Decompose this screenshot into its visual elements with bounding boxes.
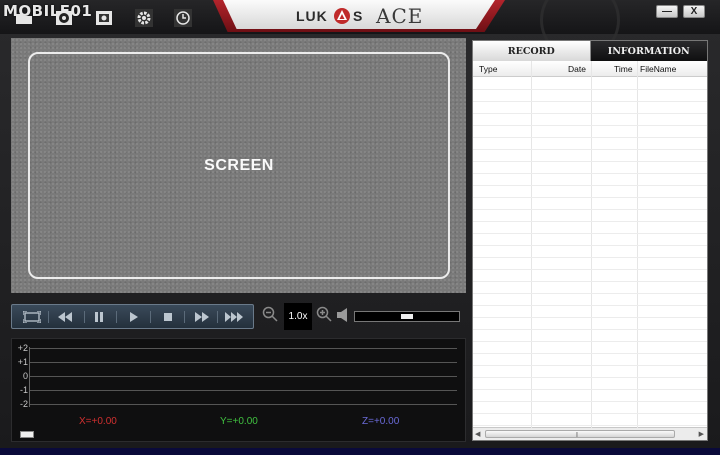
bottom-strip [0,448,720,455]
zoom-out-icon[interactable] [262,306,278,327]
table-row-divider [473,377,707,378]
table-row-divider [473,413,707,414]
x-readout: X=+0.00 [79,416,117,427]
y-readout: Y=+0.00 [220,416,258,427]
screen-label: SCREEN [204,156,274,174]
transport-bar [11,304,254,329]
graph-gridline [30,390,457,391]
rewind-icon[interactable] [56,309,74,325]
pause-icon[interactable] [91,309,107,325]
brand-right: ACE [376,4,424,28]
table-row-divider [473,221,707,222]
z-readout: Z=+0.00 [362,416,400,427]
gear-icon[interactable] [134,9,154,27]
table-row-divider [473,149,707,150]
horizontal-scrollbar[interactable]: ◀ ||| ▶ [473,427,707,440]
column-header-filename[interactable]: FileName [640,64,676,74]
table-row-divider [473,245,707,246]
tab-information[interactable]: INFORMATION [590,41,707,61]
play-icon[interactable] [126,309,142,325]
graph-y-label: +2 [17,343,28,353]
column-header-time[interactable]: Time [614,64,633,74]
graph-gridline [30,348,457,349]
table-row-divider [473,401,707,402]
table-row-divider [473,365,707,366]
sensor-graph: +2 +1 0 -1 -2 X=+0.00 Y=+0.00 Z=+0.00 [11,338,466,442]
volume-slider[interactable] [354,311,460,322]
speed-readout: 1.0x [284,303,312,330]
column-header-type[interactable]: Type [479,64,497,74]
table-row-divider [473,329,707,330]
table-row-divider [473,89,707,90]
graph-gridline [30,362,457,363]
brand-logo-icon [333,7,351,30]
clock-icon[interactable] [173,9,193,27]
graph-axis [29,347,30,407]
table-row-divider [473,341,707,342]
table-row-divider [473,233,707,234]
table-row-divider [473,185,707,186]
table-row-divider [473,209,707,210]
table-row-divider [473,125,707,126]
table-header: Type Date Time FileName [473,61,707,77]
table-row-divider [473,113,707,114]
table-row-divider [473,389,707,390]
speaker-icon[interactable] [337,308,349,327]
scroll-left-arrow-icon[interactable]: ◀ [475,430,480,438]
column-header-date[interactable]: Date [568,64,586,74]
tab-bar: RECORD INFORMATION [473,41,707,61]
table-row-divider [473,353,707,354]
zoom-in-icon[interactable] [316,306,332,327]
table-row-divider [473,269,707,270]
table-row-divider [473,161,707,162]
title-bar: MOBILE01 LUK S ACE — X [0,0,720,60]
brand-middle: S [353,8,363,24]
graph-gridline [30,376,457,377]
app-window: MOBILE01 LUK S ACE — X SCREEN 1.0x +2 +1… [0,0,720,455]
record-panel: RECORD INFORMATION Type Date Time FileNa… [472,40,708,441]
fit-screen-icon[interactable] [21,309,43,325]
table-row-divider [473,173,707,174]
table-row-divider [473,257,707,258]
graph-y-label: +1 [17,357,28,367]
minimize-button[interactable]: — [656,5,678,18]
stop-icon[interactable] [160,309,176,325]
graph-y-label: -1 [19,385,28,395]
graph-scroll-thumb[interactable] [20,431,34,438]
volume-slider-thumb[interactable] [401,314,413,319]
table-row-divider [473,281,707,282]
brand-left: LUK [296,8,328,24]
tab-record[interactable]: RECORD [473,41,591,61]
table-row-divider [473,425,707,426]
video-screen[interactable]: SCREEN [11,38,466,293]
graph-y-label: 0 [22,371,28,381]
screen-frame: SCREEN [28,52,450,279]
scroll-thumb[interactable]: ||| [485,430,675,438]
table-row-divider [473,197,707,198]
disc-icon[interactable] [54,9,74,27]
fast-forward-icon[interactable] [193,309,211,325]
table-row-divider [473,293,707,294]
close-button[interactable]: X [683,5,705,18]
table-row-divider [473,317,707,318]
graph-y-label: -2 [19,399,28,409]
fast-forward-icon[interactable] [223,309,245,325]
table-row-divider [473,305,707,306]
table-row-divider [473,101,707,102]
folder-icon[interactable] [14,9,34,27]
table-row-divider [473,137,707,138]
photo-icon[interactable] [94,9,114,27]
graph-gridline [30,404,457,405]
scroll-right-arrow-icon[interactable]: ▶ [699,430,704,438]
